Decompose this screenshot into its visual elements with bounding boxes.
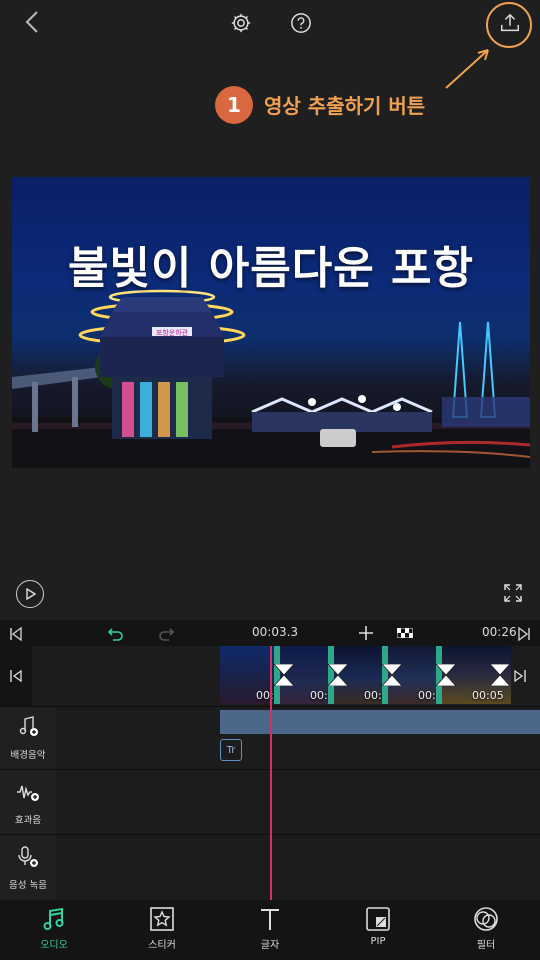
transition-icon[interactable]	[382, 664, 402, 686]
nav-label: 스티커	[148, 940, 176, 951]
callout-label: 영상 추출하기 버튼	[264, 94, 426, 118]
top-bar	[0, 0, 540, 44]
transition-icon[interactable]	[490, 664, 510, 686]
callout-highlight-ring	[486, 2, 532, 48]
question-icon[interactable]	[288, 10, 314, 36]
lane-label-voice: 음성 녹음	[9, 880, 47, 891]
clip-duration: 00:05	[472, 689, 504, 702]
checker-icon[interactable]	[396, 625, 414, 641]
lane-label-bgm: 배경음악	[10, 750, 46, 761]
video-title-overlay: 불빛이 아름다운 포항	[68, 243, 474, 294]
nav-audio[interactable]: 오디오	[0, 900, 108, 960]
nav-label: 글자	[260, 940, 280, 951]
fullscreen-icon[interactable]	[500, 580, 526, 606]
transition-icon[interactable]	[328, 664, 348, 686]
video-clip-strip[interactable]: 00:05 00:05 00:05 00:05 00:05	[220, 646, 511, 704]
skip-to-start-icon[interactable]	[6, 624, 26, 644]
nav-label: 필터	[476, 940, 496, 951]
video-clip[interactable]: 00:05	[220, 646, 288, 704]
total-time: 00:26	[482, 625, 517, 639]
text-clip[interactable]: Tr	[220, 739, 242, 761]
chevron-left-icon[interactable]	[18, 8, 46, 36]
music-icon	[43, 907, 64, 930]
building-sign: 포항운하관	[156, 328, 189, 337]
transition-icon[interactable]	[436, 664, 456, 686]
add-clip-icon[interactable]	[356, 623, 376, 643]
playhead[interactable]	[270, 646, 272, 900]
waveform-add-icon[interactable]	[16, 780, 40, 804]
filter-icon	[474, 907, 498, 931]
redo-icon[interactable]	[156, 624, 176, 644]
trim-left-icon[interactable]	[6, 666, 26, 686]
current-time: 00:03.3	[252, 625, 299, 639]
bottom-nav: 오디오 스티커 글자 PIP 필터	[0, 900, 540, 960]
nav-sticker[interactable]: 스티커	[108, 900, 216, 960]
nav-filter[interactable]: 필터	[432, 900, 540, 960]
sticker-icon	[150, 907, 174, 931]
bgm-audio-track[interactable]	[220, 710, 540, 734]
video-preview[interactable]: 포항운하관 불빛이 아름다운 포항	[12, 177, 530, 468]
transition-icon[interactable]	[274, 664, 294, 686]
callout-arrow	[445, 49, 489, 89]
nav-pip[interactable]: PIP	[324, 900, 432, 960]
nav-label: PIP	[370, 936, 386, 947]
pip-icon	[366, 907, 390, 931]
timeline-toolbar: 00:03.3 00:26	[0, 620, 540, 646]
callout-number-badge: 1	[215, 86, 253, 124]
nav-label: 오디오	[40, 940, 68, 951]
night-scene-illustration: 포항운하관	[12, 289, 530, 468]
nav-text[interactable]: 글자	[216, 900, 324, 960]
play-icon[interactable]	[16, 580, 44, 608]
microphone-add-icon[interactable]	[16, 845, 40, 869]
skip-to-end-icon[interactable]	[514, 624, 534, 644]
clip-trim-start[interactable]	[0, 646, 32, 706]
gear-icon[interactable]	[228, 10, 254, 36]
music-note-add-icon[interactable]	[16, 714, 40, 738]
text-icon	[261, 909, 279, 930]
trim-right-icon[interactable]	[508, 666, 532, 686]
undo-icon[interactable]	[106, 624, 126, 644]
lane-label-sfx: 효과음	[14, 815, 42, 826]
